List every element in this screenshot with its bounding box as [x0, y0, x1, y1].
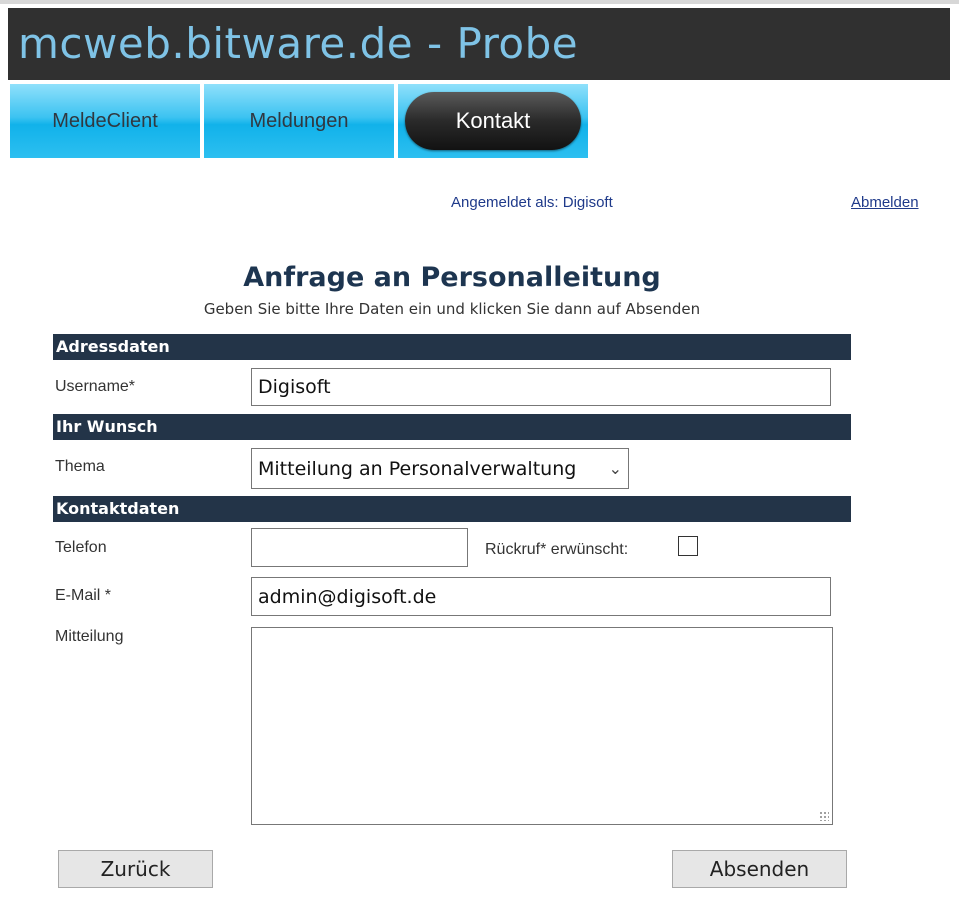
topic-select[interactable]: Mitteilung an Personalverwaltung ⌄ — [251, 448, 629, 489]
form-subtitle: Geben Sie bitte Ihre Daten ein und klick… — [203, 300, 701, 318]
tab-kontakt[interactable]: Kontakt — [398, 84, 588, 158]
form-title: Anfrage an Personalleitung — [243, 262, 661, 293]
tab-kontakt-active-pill[interactable]: Kontakt — [405, 92, 581, 150]
email-field[interactable]: admin@digisoft.de — [251, 577, 831, 616]
topic-selected-value: Mitteilung an Personalverwaltung — [258, 457, 577, 480]
callback-label: Rückruf* erwünscht: — [485, 541, 629, 558]
resize-grip-icon[interactable] — [819, 811, 829, 821]
send-button[interactable]: Absenden — [672, 850, 847, 888]
chevron-down-icon: ⌄ — [608, 459, 622, 478]
back-button[interactable]: Zurück — [58, 850, 213, 888]
app-header: mcweb.bitware.de - Probe — [8, 8, 950, 80]
message-textarea[interactable] — [251, 627, 833, 825]
logout-link[interactable]: Abmelden — [851, 194, 919, 211]
phone-field[interactable] — [251, 528, 468, 567]
message-label: Mitteilung — [55, 628, 124, 645]
section-address: Adressdaten — [53, 334, 851, 360]
top-border — [0, 0, 959, 4]
site-title: mcweb.bitware.de - Probe — [18, 19, 579, 68]
username-field[interactable]: Digisoft — [251, 368, 831, 406]
email-label: E-Mail * — [55, 587, 112, 604]
topic-label: Thema — [55, 458, 105, 475]
username-label: Username* — [55, 378, 136, 395]
tab-meldungen[interactable]: Meldungen — [204, 84, 394, 158]
section-contact: Kontaktdaten — [53, 496, 851, 522]
logged-in-status: Angemeldet als: Digisoft — [451, 194, 613, 211]
tab-meldeclient[interactable]: MeldeClient — [10, 84, 200, 158]
callback-checkbox[interactable] — [678, 536, 698, 556]
section-wish: Ihr Wunsch — [53, 414, 851, 440]
phone-label: Telefon — [55, 539, 107, 556]
